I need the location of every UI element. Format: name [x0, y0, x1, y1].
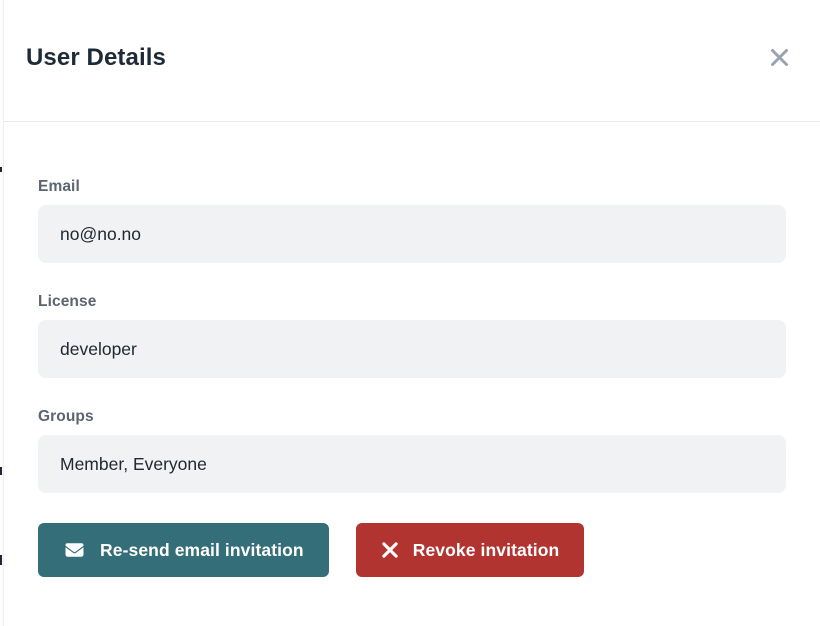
groups-label: Groups [38, 408, 786, 426]
occluded-background-fragment [0, 555, 2, 565]
user-details-modal: User Details Email no@no.no License deve… [4, 0, 820, 626]
modal-title: User Details [26, 44, 166, 72]
license-label: License [38, 293, 786, 311]
revoke-invitation-button[interactable]: Revoke invitation [356, 523, 585, 577]
close-x-icon [768, 46, 791, 69]
groups-field-group: Groups Member, Everyone [38, 408, 786, 493]
groups-field[interactable]: Member, Everyone [38, 435, 786, 493]
resend-button-label: Re-send email invitation [100, 540, 304, 561]
license-field-group: License developer [38, 293, 786, 378]
occluded-background-fragment [0, 167, 2, 172]
close-button[interactable] [766, 44, 792, 70]
resend-email-invitation-button[interactable]: Re-send email invitation [38, 523, 329, 577]
envelope-icon [63, 541, 86, 559]
action-buttons-row: Re-send email invitation Revoke invitati… [38, 523, 786, 577]
occluded-background-fragment [0, 467, 2, 475]
modal-header: User Details [4, 0, 820, 122]
email-field-group: Email no@no.no [38, 178, 786, 263]
email-label: Email [38, 178, 786, 196]
modal-body: Email no@no.no License developer Groups … [4, 122, 820, 577]
x-icon [381, 541, 399, 559]
revoke-button-label: Revoke invitation [413, 540, 560, 561]
email-field[interactable]: no@no.no [38, 205, 786, 263]
license-field[interactable]: developer [38, 320, 786, 378]
